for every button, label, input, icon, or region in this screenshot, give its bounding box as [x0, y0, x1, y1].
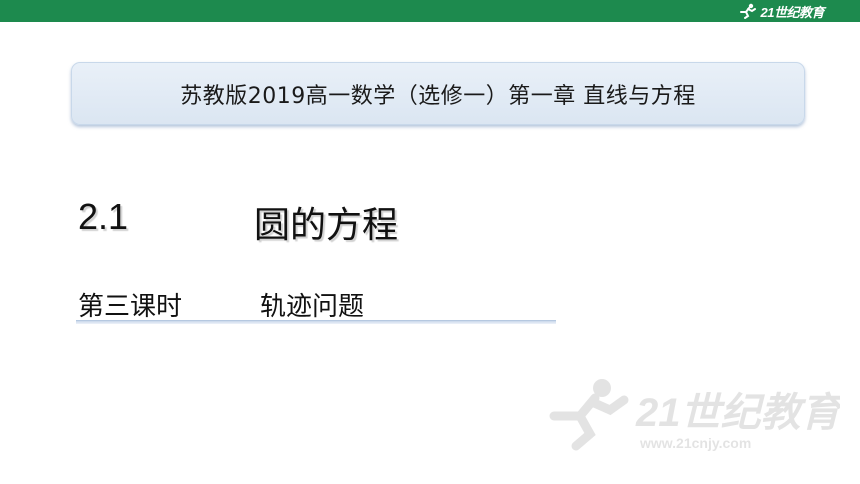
- watermark-subtext: www.21cnjy.com: [639, 435, 751, 451]
- brand-logo: 21世纪教育: [738, 2, 825, 20]
- brand-watermark: 21世纪教育 www.21cnjy.com: [540, 372, 846, 456]
- lesson-subtitle: 第三课时 轨迹问题: [76, 282, 556, 324]
- lesson-period: 第三课时: [78, 292, 183, 322]
- course-header-banner: 苏教版2019高一数学（选修一）第一章 直线与方程: [71, 62, 805, 125]
- lesson-topic: 轨迹问题: [260, 292, 365, 322]
- watermark-text: 21世纪教育: [635, 391, 840, 435]
- brand-logo-text: 21世纪教育: [760, 4, 825, 20]
- section-title: 圆的方程: [254, 205, 399, 246]
- top-banner: 21世纪教育: [0, 0, 860, 22]
- watermark-runner-icon: [549, 379, 629, 451]
- course-title: 苏教版2019高一数学（选修一）第一章 直线与方程: [180, 83, 696, 109]
- lesson-underline: [76, 320, 556, 324]
- section-number: 2.1: [78, 196, 129, 237]
- runner-icon: [739, 3, 756, 19]
